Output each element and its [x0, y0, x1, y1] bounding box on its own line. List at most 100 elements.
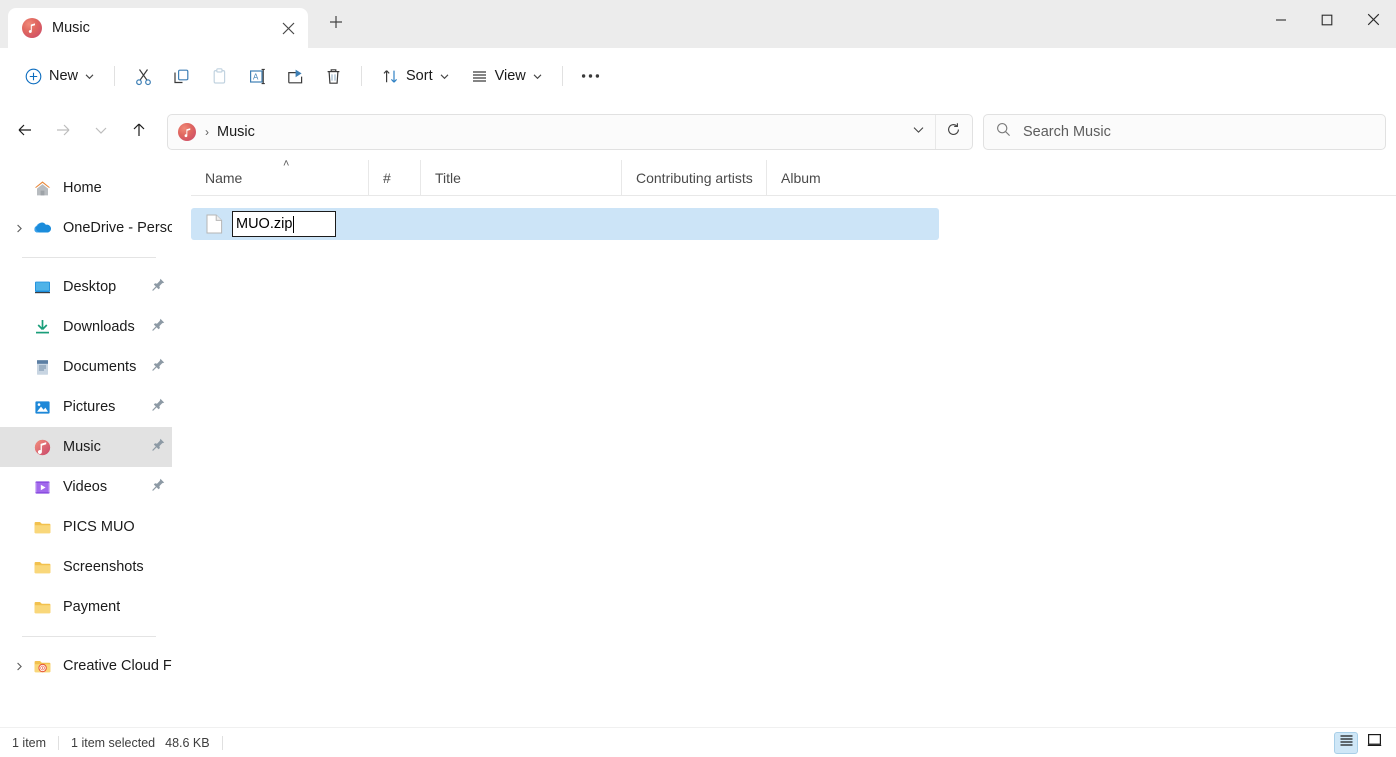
more-options-button[interactable]	[572, 59, 610, 93]
sidebar-item-label: Desktop	[63, 279, 117, 295]
delete-button[interactable]	[314, 59, 352, 93]
pin-icon[interactable]	[151, 477, 166, 497]
pin-icon[interactable]	[151, 357, 166, 377]
large-icons-view-icon	[1367, 733, 1382, 752]
minimize-button[interactable]	[1258, 0, 1304, 44]
rename-button[interactable]: A	[238, 59, 276, 93]
copy-button[interactable]	[162, 59, 200, 93]
column-header-name[interactable]: ˄ Name	[191, 160, 368, 196]
share-button[interactable]	[276, 59, 314, 93]
column-header-number[interactable]: #	[368, 160, 420, 196]
sidebar-item-home[interactable]: Home	[0, 168, 172, 208]
chevron-down-icon	[85, 72, 94, 81]
sidebar-item-payment[interactable]: Payment	[0, 587, 172, 627]
window-controls	[1258, 0, 1396, 44]
sidebar-item-downloads[interactable]: Downloads	[0, 307, 172, 347]
file-explorer-window: Music New A Sort View › Music Search Mus…	[0, 0, 1396, 757]
sidebar-item-music[interactable]: Music	[0, 427, 172, 467]
column-header-label: Contributing artists	[636, 169, 753, 186]
folder-icon	[30, 518, 54, 537]
chevron-right-icon[interactable]	[8, 224, 30, 233]
chevron-right-icon[interactable]	[8, 662, 30, 671]
sidebar-item-documents[interactable]: Documents	[0, 347, 172, 387]
plus-circle-icon	[25, 68, 42, 85]
pin-icon[interactable]	[151, 437, 166, 457]
new-tab-button[interactable]	[318, 6, 354, 42]
recent-locations-button[interactable]	[82, 114, 120, 150]
maximize-icon	[1321, 13, 1333, 31]
cut-button[interactable]	[124, 59, 162, 93]
refresh-icon	[946, 122, 961, 142]
toolbar-divider	[561, 66, 563, 86]
title-bar: Music	[0, 0, 1396, 48]
column-header-contributing-artists[interactable]: Contributing artists	[621, 160, 766, 196]
close-button[interactable]	[1350, 0, 1396, 44]
arrow-up-icon	[130, 121, 148, 144]
sidebar-item-onedrive[interactable]: OneDrive - Perso	[0, 208, 172, 248]
sidebar-item-label: Downloads	[63, 319, 135, 335]
column-header-title[interactable]: Title	[420, 160, 621, 196]
svg-text:A: A	[253, 72, 259, 81]
copy-icon	[172, 67, 191, 86]
maximize-button[interactable]	[1304, 0, 1350, 44]
pin-icon[interactable]	[151, 317, 166, 337]
sidebar-item-creative-cloud[interactable]: Creative Cloud F	[0, 646, 172, 686]
breadcrumb-separator: ›	[205, 125, 209, 139]
sidebar-item-pics-muo[interactable]: PICS MUO	[0, 507, 172, 547]
details-view-button[interactable]	[1334, 731, 1358, 754]
sort-ascending-caret: ˄	[283, 160, 290, 170]
music-folder-icon	[178, 123, 196, 141]
column-header-album[interactable]: Album	[766, 160, 941, 196]
rename-icon: A	[248, 67, 267, 86]
rename-input-value: MUO.zip	[236, 216, 293, 232]
videos-icon	[30, 478, 54, 497]
paste-icon	[210, 67, 229, 86]
chevron-down-icon	[912, 123, 925, 141]
address-dropdown-button[interactable]	[901, 115, 935, 149]
sidebar-item-label: Home	[63, 180, 102, 196]
pin-icon[interactable]	[151, 397, 166, 417]
chevron-down-icon	[533, 72, 542, 81]
share-icon	[286, 67, 305, 86]
sidebar-item-pictures[interactable]: Pictures	[0, 387, 172, 427]
table-row[interactable]: MUO.zip	[191, 208, 939, 240]
arrow-left-icon	[16, 121, 34, 144]
rename-input[interactable]: MUO.zip	[232, 211, 336, 237]
explorer-body: Home OneDrive - Perso Desktop Downloads …	[0, 160, 1396, 727]
new-button[interactable]: New	[14, 59, 105, 93]
forward-button[interactable]	[44, 114, 82, 150]
sidebar-item-videos[interactable]: Videos	[0, 467, 172, 507]
creative-cloud-icon	[30, 657, 54, 676]
paste-button[interactable]	[200, 59, 238, 93]
desktop-icon	[30, 278, 54, 297]
sidebar-item-label: Creative Cloud F	[63, 658, 172, 674]
column-headers: ˄ Name # Title Contributing artists Albu…	[191, 160, 1396, 196]
up-button[interactable]	[120, 114, 158, 150]
sidebar-item-desktop[interactable]: Desktop	[0, 267, 172, 307]
sidebar-item-label: Music	[63, 439, 101, 455]
text-cursor	[293, 215, 295, 233]
search-input[interactable]: Search Music	[1023, 124, 1111, 140]
sort-button[interactable]: Sort	[371, 59, 460, 93]
column-header-label: #	[383, 169, 391, 186]
address-bar-row: › Music Search Music	[0, 104, 1396, 160]
plus-icon	[329, 15, 343, 34]
item-count-label: 1 item	[12, 735, 47, 750]
address-bar[interactable]: › Music	[167, 114, 973, 150]
close-icon[interactable]	[274, 14, 302, 42]
sidebar-item-label: Payment	[63, 599, 121, 615]
sidebar-item-label: Pictures	[63, 399, 116, 415]
large-icons-view-button[interactable]	[1362, 732, 1386, 754]
view-button[interactable]: View	[460, 59, 553, 93]
breadcrumb-music[interactable]: Music	[217, 124, 255, 140]
sidebar-item-label: Screenshots	[63, 559, 144, 575]
scissors-icon	[134, 67, 153, 86]
pin-icon[interactable]	[151, 277, 166, 297]
tab-music[interactable]: Music	[8, 8, 308, 48]
search-icon	[996, 122, 1011, 142]
back-button[interactable]	[6, 114, 44, 150]
sidebar-item-screenshots[interactable]: Screenshots	[0, 547, 172, 587]
sidebar-item-label: PICS MUO	[63, 519, 135, 535]
refresh-button[interactable]	[936, 115, 970, 149]
search-box[interactable]: Search Music	[983, 114, 1386, 150]
